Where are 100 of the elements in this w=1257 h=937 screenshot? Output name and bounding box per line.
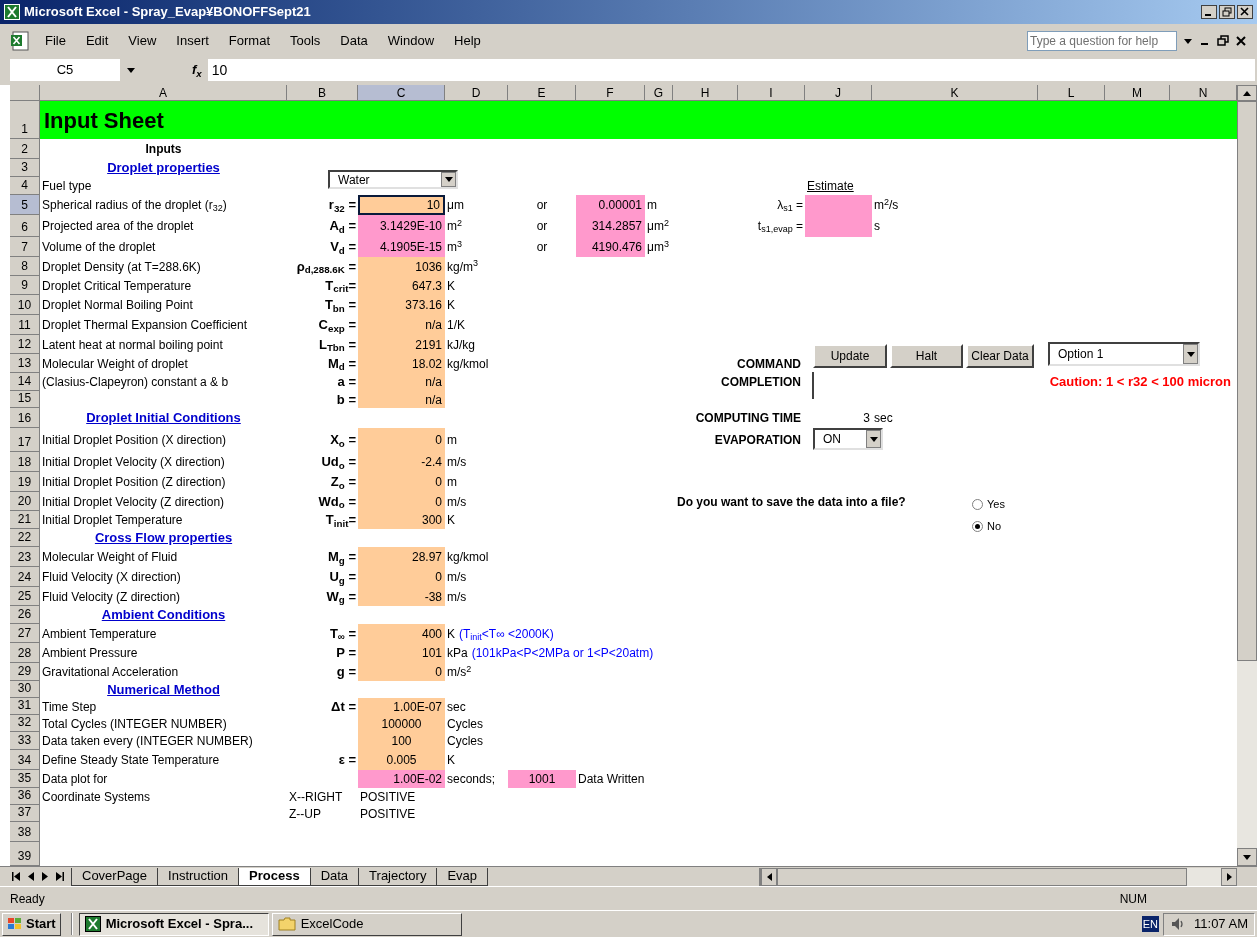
sheet-tab[interactable]: Evap [436, 867, 489, 886]
right-arrow-icon[interactable] [1226, 872, 1232, 881]
row-header[interactable]: 33 [10, 732, 40, 750]
taskbar-button[interactable]: Microsoft Excel - Spra... [78, 912, 269, 936]
row-header[interactable]: 16 [10, 408, 40, 428]
select-all-button[interactable] [10, 85, 40, 101]
radio-button[interactable] [972, 498, 983, 510]
close-icon[interactable] [1235, 35, 1247, 47]
row-header[interactable]: 2 [10, 139, 40, 159]
value-cell[interactable]: 314.2857 [576, 215, 645, 237]
value-cell[interactable]: 1036 [358, 257, 445, 276]
row-header[interactable]: 26 [10, 606, 40, 624]
scroll-thumb[interactable] [1237, 101, 1257, 661]
minimize-icon[interactable] [1201, 5, 1217, 19]
section-heading[interactable]: Cross Flow properties [94, 528, 233, 548]
column-header[interactable]: B [287, 85, 358, 101]
sheet-tab[interactable]: CoverPage [71, 867, 159, 886]
section-heading[interactable]: Numerical Method [107, 679, 220, 700]
row-header[interactable]: 27 [10, 624, 40, 643]
column-header[interactable]: K [872, 85, 1038, 101]
formula-field[interactable]: 10 [207, 59, 1255, 81]
caret-icon[interactable] [1183, 37, 1193, 45]
section-heading[interactable]: Ambient Conditions [101, 605, 226, 625]
row-header[interactable]: 10 [10, 295, 40, 315]
start-button[interactable]: Start [2, 912, 61, 936]
row-header[interactable]: 35 [10, 770, 40, 788]
value-cell[interactable]: 100 [358, 732, 445, 750]
dropdown[interactable]: Water [328, 170, 458, 189]
up-arrow-icon[interactable] [1243, 90, 1251, 96]
row-header[interactable]: 30 [10, 681, 40, 698]
value-cell[interactable]: 0.00001 [576, 195, 645, 215]
first-sheet-icon[interactable] [12, 872, 20, 881]
row-header[interactable]: 14 [10, 373, 40, 391]
row-header[interactable]: 15 [10, 391, 40, 408]
value-cell[interactable]: 0 [358, 663, 445, 681]
button[interactable]: Update [813, 344, 887, 368]
row-header[interactable]: 22 [10, 529, 40, 547]
value-cell[interactable]: 18.02 [358, 354, 445, 373]
row-header[interactable]: 37 [10, 805, 40, 822]
menu-item[interactable]: Tools [290, 31, 321, 51]
value-cell[interactable]: n/a [358, 373, 445, 391]
caret-icon[interactable] [126, 66, 136, 74]
caret-icon[interactable] [444, 177, 453, 182]
column-header[interactable]: C [358, 85, 445, 101]
menu-item[interactable]: Edit [85, 31, 109, 51]
caret-icon[interactable] [1186, 351, 1195, 357]
down-arrow-icon[interactable] [1243, 854, 1251, 860]
column-header[interactable]: M [1105, 85, 1170, 101]
value-cell[interactable]: 4.1905E-15 [358, 237, 445, 257]
vertical-scrollbar[interactable] [1237, 85, 1257, 866]
close-icon[interactable] [1237, 5, 1253, 19]
row-header[interactable]: 11 [10, 315, 40, 335]
value-cell[interactable]: 4190.476 [576, 237, 645, 257]
value-cell[interactable]: 10 [358, 195, 445, 215]
row-header[interactable]: 5 [10, 195, 40, 215]
restore-icon[interactable] [1217, 35, 1229, 47]
restore-icon[interactable] [1219, 5, 1235, 19]
value-cell[interactable]: 647.3 [358, 276, 445, 295]
column-header[interactable]: D [445, 85, 508, 101]
row-header[interactable]: 28 [10, 643, 40, 663]
value-cell[interactable]: 2191 [358, 335, 445, 354]
value-cell[interactable]: 1001 [508, 770, 576, 788]
row-header[interactable]: 4 [10, 177, 40, 195]
section-heading[interactable]: Droplet properties [107, 158, 220, 178]
row-header[interactable]: 17 [10, 428, 40, 452]
value-cell[interactable]: 0 [358, 492, 445, 511]
value-cell[interactable]: n/a [358, 315, 445, 335]
row-header[interactable]: 34 [10, 750, 40, 770]
menu-item[interactable]: Window [387, 31, 435, 51]
dropdown[interactable]: ON [813, 428, 883, 450]
column-header[interactable]: J [805, 85, 872, 101]
button[interactable]: Clear Data [966, 344, 1034, 368]
column-header[interactable]: A [40, 85, 287, 101]
value-cell[interactable]: 0 [358, 472, 445, 492]
value-cell[interactable]: 1.00E-02 [358, 770, 445, 788]
menu-item[interactable]: Help [454, 31, 481, 51]
value-cell[interactable]: 373.16 [358, 295, 445, 315]
column-header[interactable]: I [738, 85, 805, 101]
row-header[interactable]: 8 [10, 257, 40, 276]
row-header[interactable]: 6 [10, 215, 40, 237]
left-arrow-icon[interactable] [766, 872, 772, 881]
menu-item[interactable]: View [128, 31, 157, 51]
value-cell[interactable]: 101 [358, 643, 445, 663]
row-header[interactable]: 39 [10, 842, 40, 866]
column-header[interactable]: G [645, 85, 673, 101]
value-cell[interactable]: 0 [358, 428, 445, 452]
taskbar-button[interactable]: ExcelCode [271, 912, 462, 936]
row-header[interactable]: 13 [10, 354, 40, 373]
row-header[interactable]: 12 [10, 335, 40, 354]
last-sheet-icon[interactable] [56, 872, 64, 881]
row-header[interactable]: 38 [10, 822, 40, 842]
menu-item[interactable]: Data [340, 31, 368, 51]
column-header[interactable]: H [673, 85, 738, 101]
dropdown[interactable]: Option 1 [1048, 342, 1200, 366]
column-header[interactable]: F [576, 85, 645, 101]
value-cell[interactable]: 300 [358, 511, 445, 529]
row-header[interactable]: 25 [10, 587, 40, 606]
help-search-field[interactable]: Type a question for help [1027, 31, 1177, 51]
workbook-icon[interactable] [10, 31, 30, 51]
row-header[interactable]: 1 [10, 101, 40, 139]
